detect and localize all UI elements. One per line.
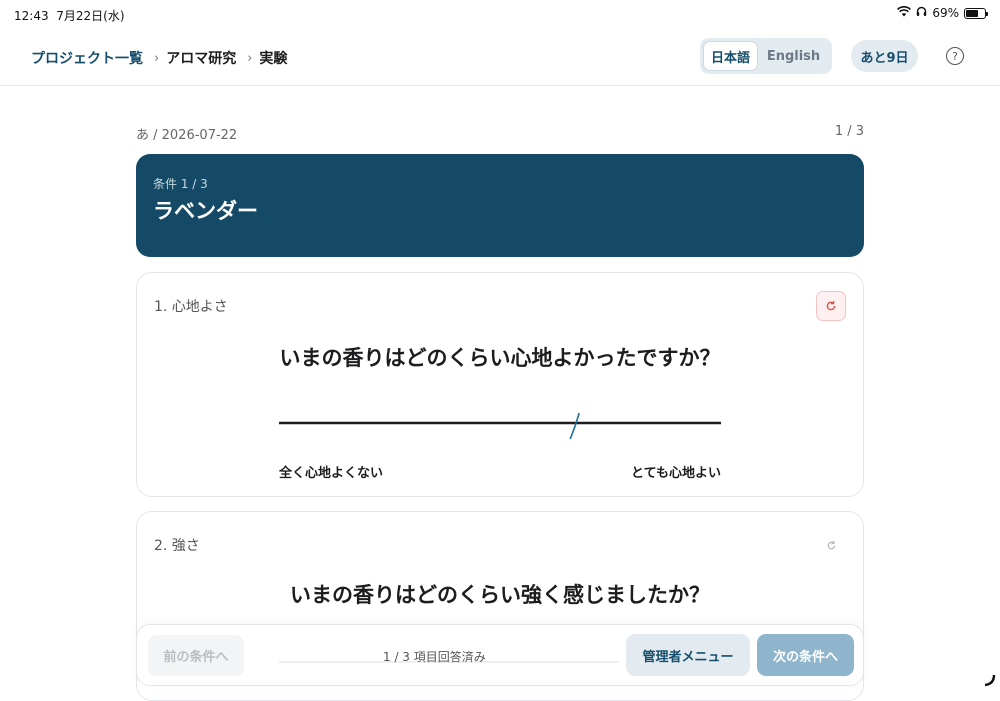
reset-icon	[825, 297, 837, 316]
headphones-icon	[916, 6, 927, 20]
scale-right-label: とても心地よい	[631, 466, 721, 481]
progress-text: 1 / 3 項目回答済み	[383, 650, 486, 664]
status-time: 12:43 7月22日(水)	[14, 9, 125, 23]
question-text: いまの香りはどのくらい強く感じましたか？	[290, 583, 710, 607]
next-condition-button[interactable]: 次の条件へ	[757, 634, 854, 676]
condition-name: ラベンダー	[153, 199, 258, 223]
breadcrumb-project[interactable]: アロマ研究	[166, 48, 236, 68]
language-toggle: 日本語 English	[700, 38, 832, 74]
question-number: 2. 強さ	[154, 538, 200, 554]
page-counter: 1 / 3	[834, 124, 864, 139]
condition-label: 条件 1 / 3	[153, 177, 208, 191]
reset-button[interactable]	[816, 530, 846, 560]
chevron-right-icon: ›	[154, 50, 160, 66]
wifi-icon	[897, 6, 912, 20]
prev-condition-button[interactable]: 前の条件へ	[148, 635, 244, 676]
lang-japanese-button[interactable]: 日本語	[703, 41, 758, 71]
scale-left-label: 全く心地よくない	[279, 466, 384, 481]
scale-marker	[569, 413, 580, 440]
condition-card: 条件 1 / 3 ラベンダー	[136, 154, 864, 257]
status-date: 7月22日(水)	[56, 9, 125, 23]
question-number: 1. 心地よさ	[154, 299, 228, 315]
admin-menu-button[interactable]: 管理者メニュー	[626, 634, 750, 676]
question-card: 1. 心地よさ いまの香りはどのくらい心地よかったですか？ 全く心地よくない と…	[136, 272, 864, 497]
chevron-right-icon: ›	[247, 50, 253, 66]
question-text: いまの香りはどのくらい心地よかったですか？	[279, 346, 721, 370]
help-icon[interactable]: ?	[946, 47, 964, 65]
resize-handle-icon	[984, 674, 996, 687]
battery-percent: 69%	[932, 6, 959, 20]
breadcrumb-project-list[interactable]: プロジェクト一覧	[31, 48, 143, 68]
visual-analog-scale[interactable]	[279, 413, 721, 443]
lang-english-button[interactable]: English	[758, 41, 829, 71]
session-info: あ / 2026-07-22	[136, 128, 238, 143]
reset-icon	[826, 536, 837, 555]
breadcrumb-current: 実験	[259, 51, 288, 67]
reset-button[interactable]	[816, 291, 846, 321]
days-remaining-badge[interactable]: あと9日	[851, 40, 918, 72]
battery-icon	[964, 7, 988, 19]
app-header: プロジェクト一覧 › アロマ研究 › 実験 日本語 English あと9日 ?	[0, 28, 1000, 86]
breadcrumb: プロジェクト一覧 › アロマ研究 › 実験	[31, 48, 287, 68]
status-bar: 12:43 7月22日(水) 69%	[0, 0, 1000, 28]
bottom-navigation: 前の条件へ 1 / 3 項目回答済み 管理者メニュー 次の条件へ	[136, 624, 864, 686]
